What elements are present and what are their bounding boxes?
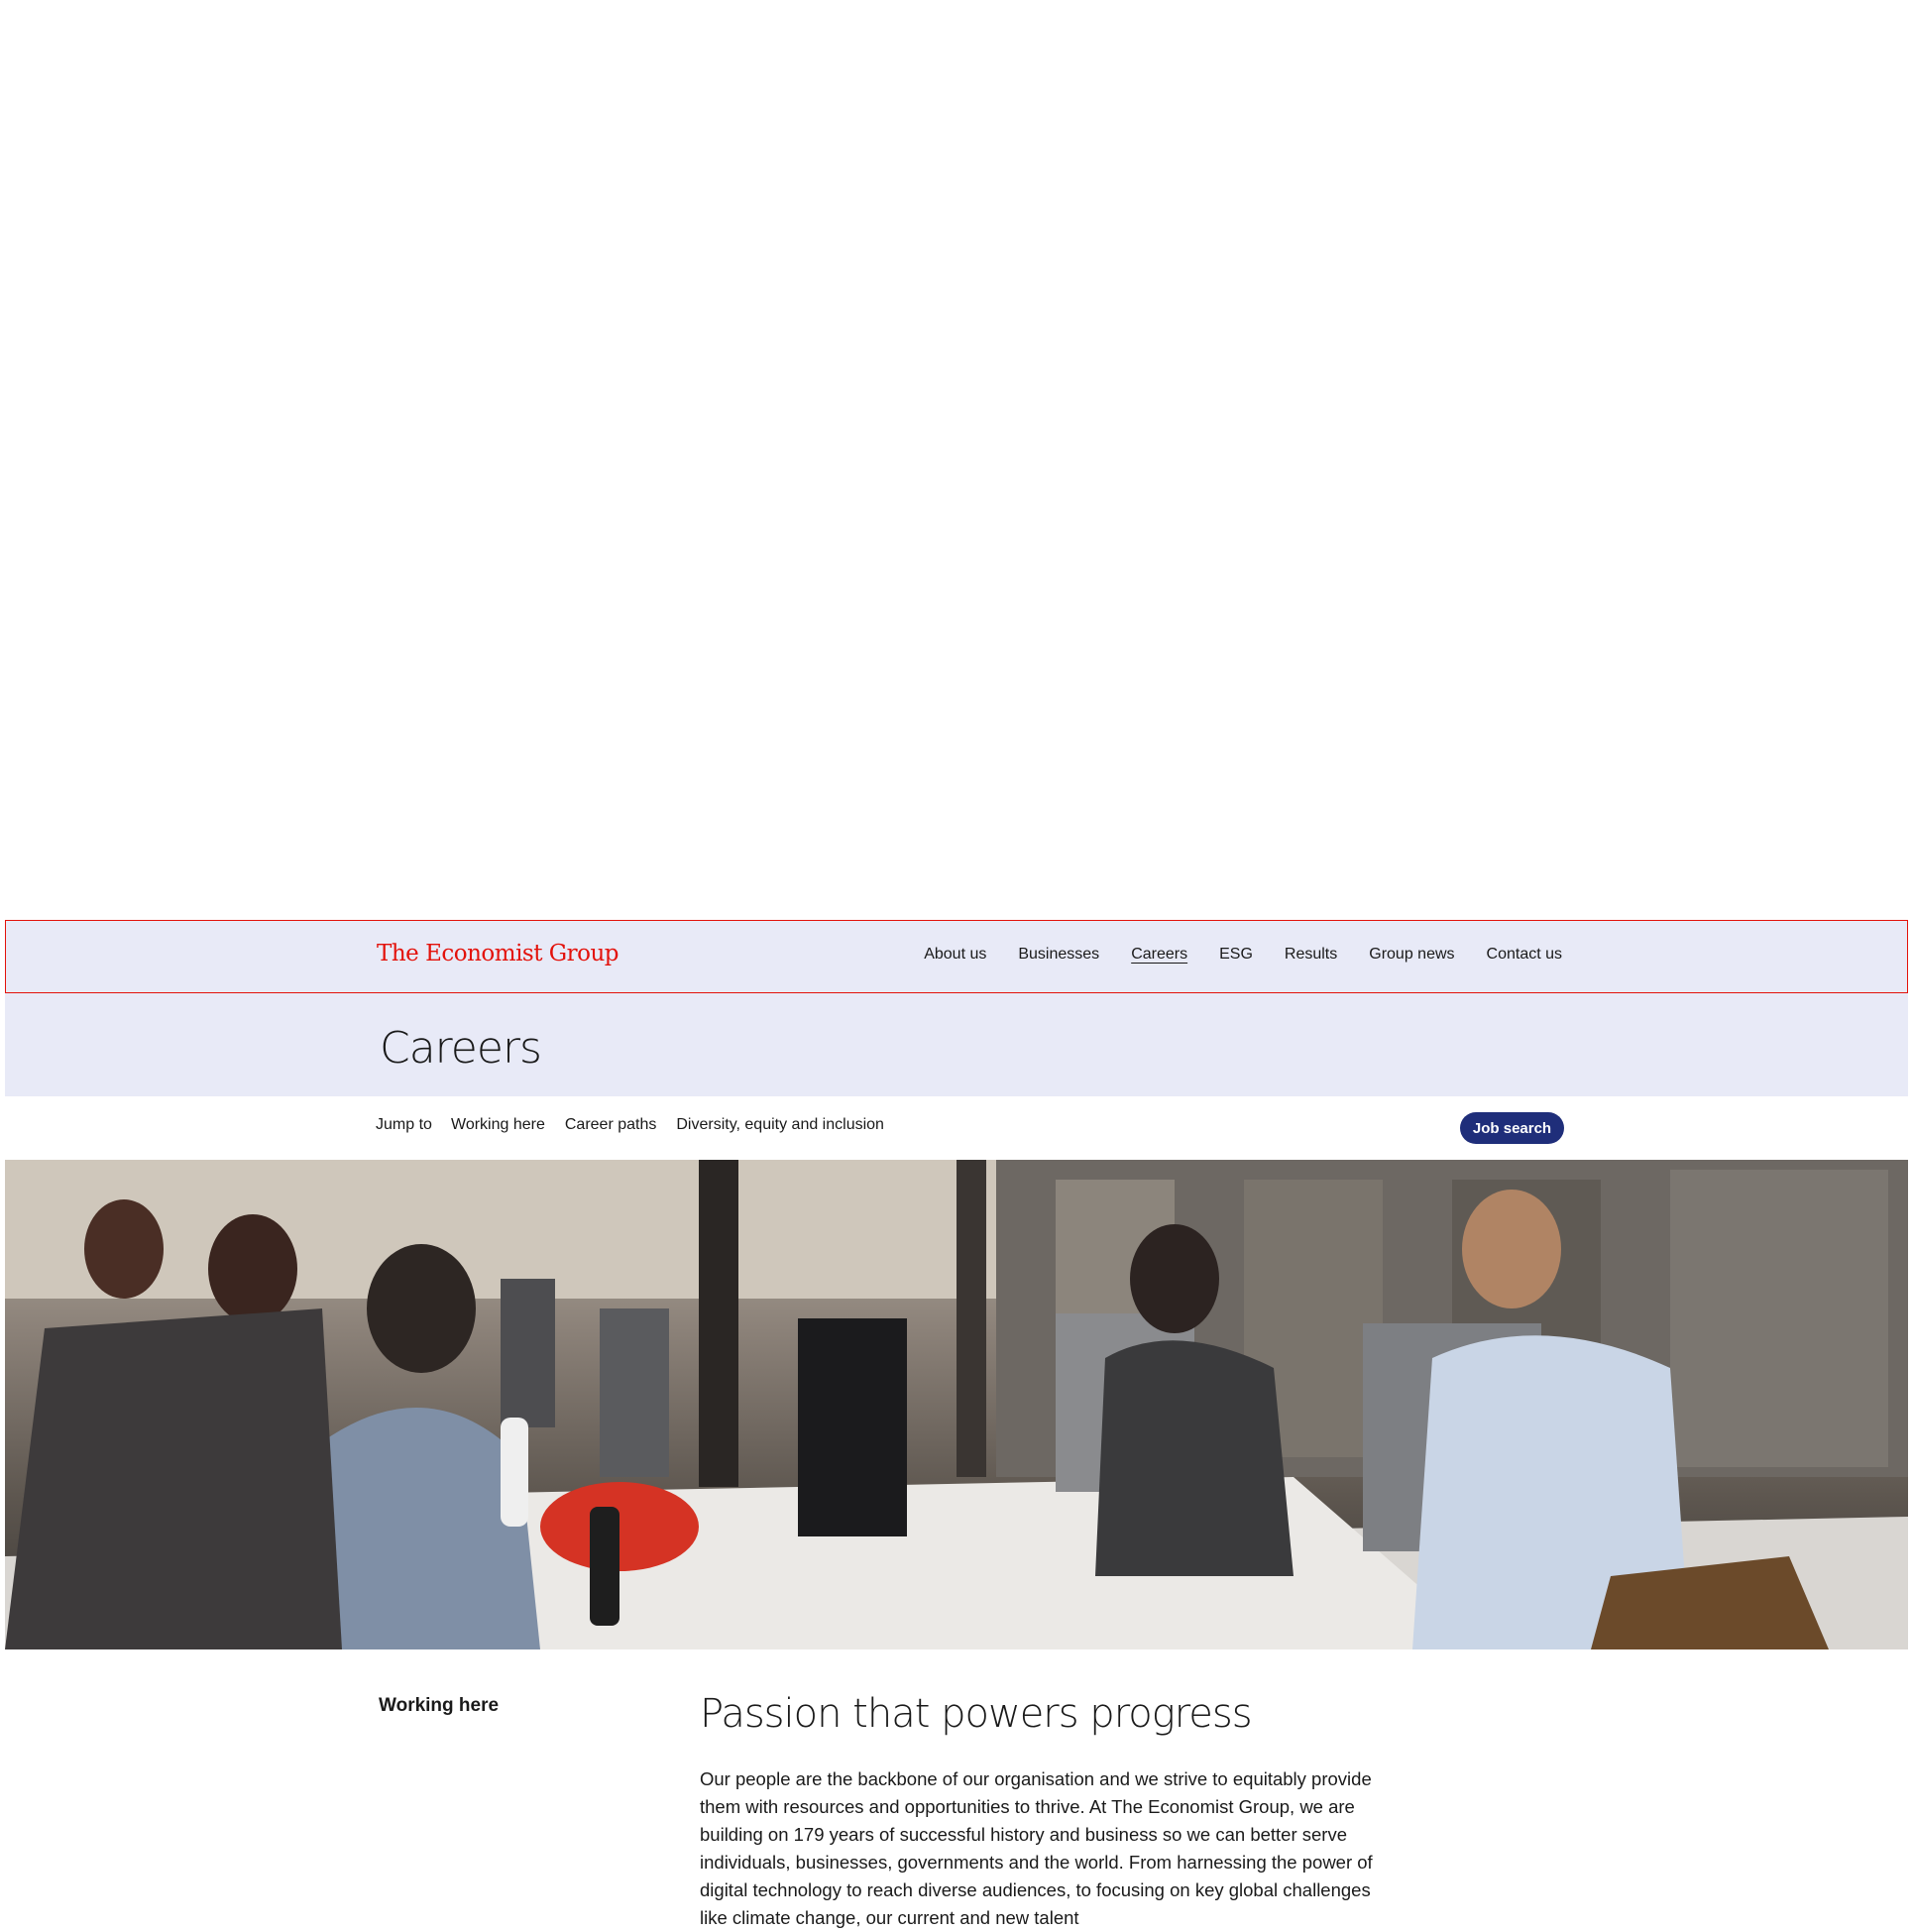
page-title: Careers [380, 1023, 542, 1074]
jump-to-label: Jump to [376, 1116, 432, 1133]
office-scene-illustration [5, 1160, 1908, 1649]
nav-contact-us[interactable]: Contact us [1487, 946, 1562, 964]
section-heading: Passion that powers progress [700, 1691, 1253, 1737]
section-body-text: Our people are the backbone of our organ… [700, 1768, 1373, 1928]
jump-to-bar: Jump to Working here Career paths Divers… [5, 1096, 1908, 1160]
main-nav: About us Businesses Careers ESG Results … [924, 946, 1562, 964]
nav-about-us[interactable]: About us [924, 946, 986, 964]
nav-results[interactable]: Results [1285, 946, 1337, 964]
hero-office-photo [5, 1160, 1908, 1649]
jump-link-working-here[interactable]: Working here [451, 1116, 545, 1134]
economist-group-logo[interactable]: The Economist Group [377, 941, 619, 966]
nav-careers[interactable]: Careers [1131, 946, 1187, 964]
page-title-band: Careers [5, 993, 1908, 1096]
site-header: The Economist Group About us Businesses … [5, 920, 1908, 993]
nav-group-news[interactable]: Group news [1369, 946, 1454, 964]
blank-area [0, 0, 1913, 920]
section-side-label: Working here [379, 1695, 500, 1716]
nav-businesses[interactable]: Businesses [1018, 946, 1099, 964]
jump-link-career-paths[interactable]: Career paths [565, 1116, 657, 1134]
nav-esg[interactable]: ESG [1219, 946, 1253, 964]
jump-links: Working here Career paths Diversity, equ… [451, 1116, 884, 1134]
jump-link-diversity[interactable]: Diversity, equity and inclusion [676, 1116, 884, 1134]
job-search-button[interactable]: Job search [1460, 1112, 1564, 1144]
